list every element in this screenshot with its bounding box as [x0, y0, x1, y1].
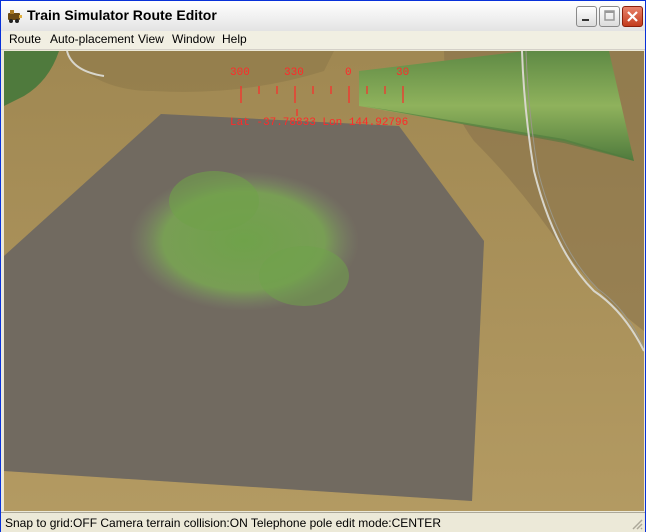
menu-route[interactable]: Route [9, 32, 41, 46]
menu-auto-placement[interactable]: Auto-placement [50, 32, 134, 46]
menu-view[interactable]: View [138, 32, 164, 46]
close-button[interactable] [622, 6, 643, 27]
compass-label-300: 300 [230, 67, 250, 79]
3d-viewport[interactable]: 300 330 0 30 Lat -37.78833 Lon 144.92796 [4, 51, 644, 511]
resize-grip-icon[interactable] [632, 519, 643, 530]
minimize-button[interactable] [576, 6, 597, 27]
menu-help[interactable]: Help [222, 32, 247, 46]
train-icon [8, 10, 22, 23]
maximize-button[interactable] [599, 6, 620, 27]
title-bar[interactable]: Train Simulator Route Editor [1, 1, 645, 32]
menu-window[interactable]: Window [172, 32, 215, 46]
minimize-icon [582, 19, 589, 21]
menu-bar: Route Auto-placement View Window Help [1, 31, 645, 50]
grass-patch-bottom [259, 246, 349, 306]
status-bar: Snap to grid:OFF Camera terrain collisio… [1, 512, 645, 532]
window-title: Train Simulator Route Editor [27, 7, 217, 23]
close-icon [627, 11, 638, 22]
status-text: Snap to grid:OFF Camera terrain collisio… [5, 516, 441, 530]
grass-patch-top [169, 171, 259, 231]
maximize-icon [604, 10, 615, 21]
app-window: Train Simulator Route Editor Route Auto-… [0, 0, 646, 532]
compass-label-330: 330 [284, 67, 304, 79]
compass-label-0: 0 [345, 67, 352, 79]
compass-label-30: 30 [396, 67, 410, 79]
lat-lon-readout: Lat -37.78833 Lon 144.92796 [230, 117, 409, 129]
